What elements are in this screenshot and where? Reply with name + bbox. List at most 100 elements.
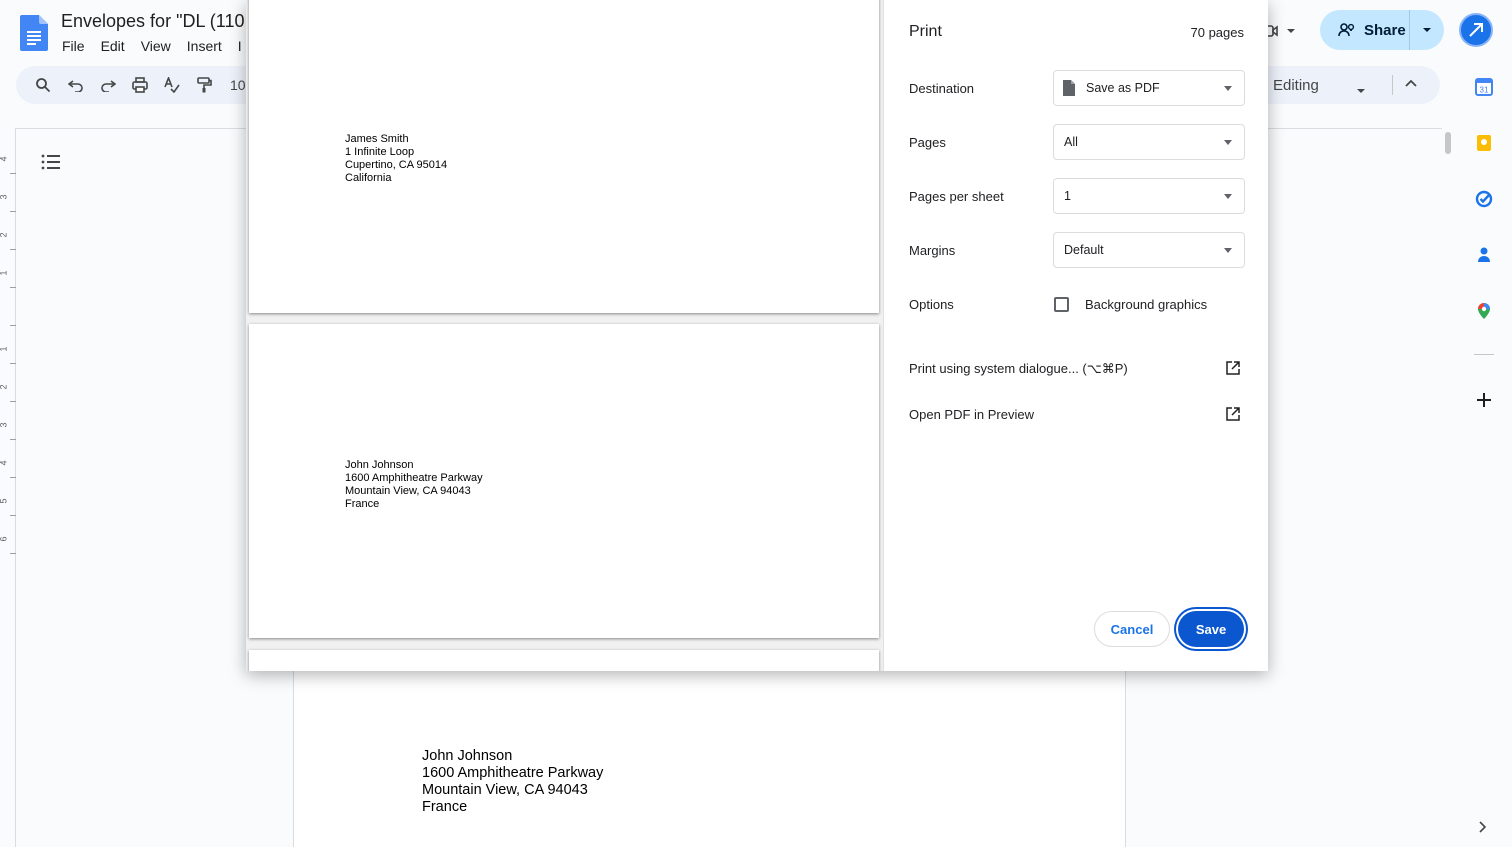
document-scrollbar[interactable] xyxy=(1445,132,1451,154)
menu-file[interactable]: File xyxy=(62,38,85,54)
ruler-number: 2 xyxy=(0,232,9,237)
preview-address-block: John Johnson 1600 Amphitheatre Parkway M… xyxy=(345,459,483,511)
share-label: Share xyxy=(1364,21,1406,39)
chevron-down-icon xyxy=(1224,140,1232,145)
spellcheck-icon[interactable] xyxy=(163,76,181,94)
chevron-down-icon xyxy=(1224,194,1232,199)
paint-format-icon[interactable] xyxy=(195,76,213,94)
preview-page: James Smith 1 Infinite Loop Cupertino, C… xyxy=(249,0,879,313)
menu-insert[interactable]: Insert xyxy=(187,38,222,54)
zoom-select[interactable]: 10 xyxy=(230,77,246,93)
pages-value: All xyxy=(1064,135,1078,149)
account-avatar[interactable] xyxy=(1459,13,1493,47)
share-options-button[interactable] xyxy=(1410,10,1444,50)
chevron-down-icon xyxy=(1224,248,1232,253)
open-pdf-preview-link[interactable]: Open PDF in Preview xyxy=(909,407,1034,422)
menu-view[interactable]: View xyxy=(141,38,171,54)
margins-select[interactable]: Default xyxy=(1053,232,1245,268)
share-button[interactable]: Share xyxy=(1320,10,1410,50)
preview-page xyxy=(249,650,879,671)
document-address-block: John Johnson 1600 Amphitheatre Parkway M… xyxy=(422,748,603,816)
collapse-menus-icon[interactable] xyxy=(1403,76,1419,97)
print-title: Print xyxy=(909,23,942,40)
ruler-number: 4 xyxy=(0,156,9,161)
side-panel: 31 xyxy=(1456,62,1512,847)
save-button[interactable]: Save xyxy=(1178,611,1244,647)
tasks-icon[interactable] xyxy=(1475,190,1493,208)
ruler-number: 5 xyxy=(0,498,9,503)
preview-address-line: Mountain View, CA 94043 xyxy=(345,485,471,497)
document-title[interactable]: Envelopes for "DL (110 x xyxy=(61,11,259,32)
redo-icon[interactable] xyxy=(99,76,117,94)
print-icon[interactable] xyxy=(131,76,149,94)
chevron-right-icon[interactable] xyxy=(1477,820,1489,839)
ruler-number: 1 xyxy=(0,346,9,351)
background-graphics-checkbox[interactable] xyxy=(1054,297,1069,312)
pages-per-sheet-label: Pages per sheet xyxy=(909,189,1004,204)
ruler-tick xyxy=(10,477,16,478)
ruler-number: 4 xyxy=(0,460,9,465)
ruler-number: 3 xyxy=(0,194,9,199)
chevron-down-icon xyxy=(1287,29,1295,33)
preview-address-line: California xyxy=(345,172,392,184)
maps-icon[interactable] xyxy=(1475,302,1493,320)
chevron-down-icon xyxy=(1423,28,1431,32)
preview-address-line: Cupertino, CA 95014 xyxy=(345,159,448,171)
preview-address-line: 1600 Amphitheatre Parkway xyxy=(345,472,483,484)
print-preview[interactable]: James Smith 1 Infinite Loop Cupertino, C… xyxy=(246,0,883,671)
address-line: Mountain View, CA 94043 xyxy=(422,782,588,798)
cancel-button[interactable]: Cancel xyxy=(1094,611,1170,647)
vertical-ruler: 4 3 2 1 1 2 3 4 5 6 xyxy=(0,128,16,847)
meet-button[interactable] xyxy=(1262,18,1302,44)
pages-select[interactable]: All xyxy=(1053,124,1245,160)
address-line: 1600 Amphitheatre Parkway xyxy=(422,765,604,781)
pages-per-sheet-select[interactable]: 1 xyxy=(1053,178,1245,214)
ruler-tick xyxy=(10,249,16,250)
search-icon[interactable] xyxy=(34,76,52,94)
preview-address-line: 1 Infinite Loop xyxy=(345,146,415,158)
ruler-number: 3 xyxy=(0,422,9,427)
add-icon[interactable] xyxy=(1475,391,1493,409)
preview-address-line: John Johnson xyxy=(345,459,414,471)
ruler-tick xyxy=(10,401,16,402)
pages-per-sheet-value: 1 xyxy=(1064,189,1071,203)
editing-mode-select[interactable]: Editing xyxy=(1273,77,1319,94)
open-in-new-icon[interactable] xyxy=(1226,407,1240,421)
undo-icon[interactable] xyxy=(67,76,85,94)
menu-edit[interactable]: Edit xyxy=(101,38,125,54)
chevron-down-icon[interactable] xyxy=(1356,81,1366,99)
svg-text:31: 31 xyxy=(1480,86,1489,95)
menu-format-partial[interactable]: I xyxy=(238,38,242,54)
open-in-new-icon[interactable] xyxy=(1226,361,1240,375)
menu-bar: File Edit View Insert I xyxy=(62,38,242,54)
people-icon xyxy=(1338,23,1355,37)
address-line: France xyxy=(422,799,468,815)
system-dialog-link[interactable]: Print using system dialogue... (⌥⌘P) xyxy=(909,361,1128,377)
destination-select[interactable]: Save as PDF xyxy=(1053,70,1245,106)
ruler-tick xyxy=(10,325,16,326)
margins-label: Margins xyxy=(909,243,956,258)
calendar-icon[interactable]: 31 xyxy=(1475,78,1493,96)
preview-address-block: James Smith 1 Infinite Loop Cupertino, C… xyxy=(345,133,447,185)
options-label: Options xyxy=(909,297,954,312)
ruler-tick xyxy=(10,173,16,174)
print-dialog: James Smith 1 Infinite Loop Cupertino, C… xyxy=(246,0,1268,671)
ruler-number: 2 xyxy=(0,384,9,389)
document-icon xyxy=(1063,80,1075,96)
ruler-number: 6 xyxy=(0,536,9,541)
contacts-icon[interactable] xyxy=(1475,246,1493,264)
share-button-group: Share xyxy=(1320,10,1444,50)
background-graphics-label[interactable]: Background graphics xyxy=(1085,297,1207,312)
destination-value: Save as PDF xyxy=(1086,81,1160,95)
margins-value: Default xyxy=(1064,243,1104,257)
ruler-tick xyxy=(10,363,16,364)
page-count: 70 pages xyxy=(1190,25,1245,40)
address-line: John Johnson xyxy=(422,748,513,764)
docs-logo-icon[interactable] xyxy=(20,15,48,51)
ruler-tick xyxy=(10,515,16,516)
chevron-down-icon xyxy=(1224,86,1232,91)
ruler-tick xyxy=(10,553,16,554)
document-outline-icon[interactable] xyxy=(40,152,62,172)
keep-icon[interactable] xyxy=(1475,134,1493,152)
toolbar-divider xyxy=(1392,75,1393,95)
